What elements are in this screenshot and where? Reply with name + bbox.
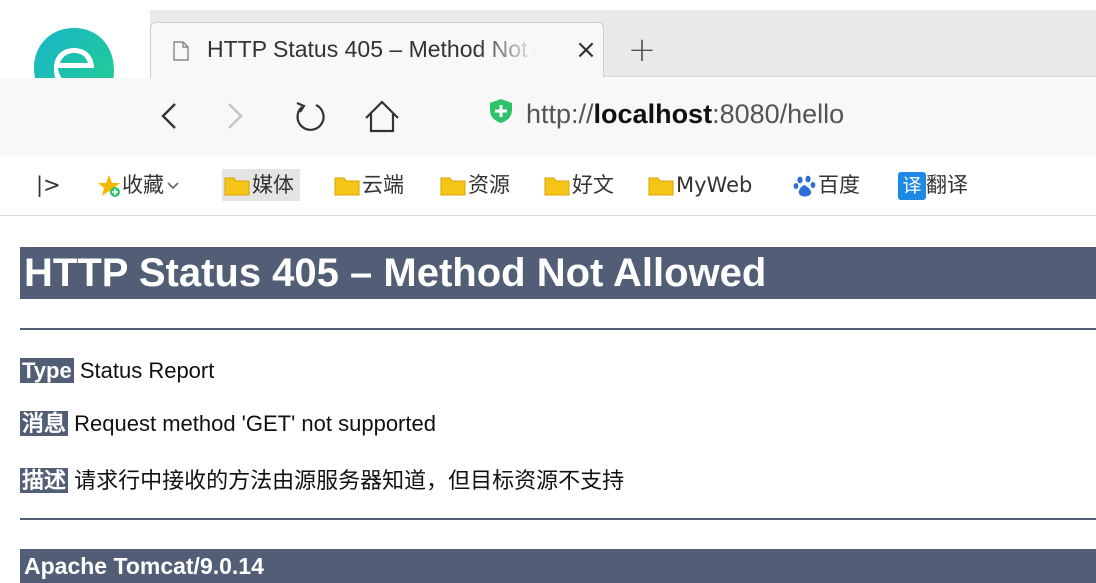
divider xyxy=(20,328,1096,330)
bookmark-label: 百度 xyxy=(818,173,860,197)
bookmarks-bar: |> 收藏 媒体 云端 资源 好文 MyWeb 百度 译 翻译 xyxy=(0,156,1096,216)
divider xyxy=(20,518,1096,520)
star-icon xyxy=(98,175,120,197)
type-label: Type xyxy=(20,358,74,383)
favorites-label: 收藏 xyxy=(122,173,164,197)
back-button[interactable] xyxy=(148,94,192,138)
refresh-icon xyxy=(296,101,325,131)
page-title: HTTP Status 405 – Method Not Allowed xyxy=(20,247,1096,299)
bookmark-label: 云端 xyxy=(362,173,404,197)
refresh-button[interactable] xyxy=(288,94,332,138)
folder-icon xyxy=(224,177,250,196)
description-label: 描述 xyxy=(20,468,69,493)
url-input[interactable]: http://localhost:8080/hello xyxy=(526,94,844,134)
security-shield-icon[interactable] xyxy=(488,98,514,124)
new-tab-icon[interactable]: + xyxy=(622,30,662,70)
bookmark-folder-media[interactable]: 媒体 xyxy=(222,169,300,201)
favorites-menu[interactable]: 收藏 xyxy=(96,169,182,201)
description-row: 描述 请求行中接收的方法由源服务器知道，但目标资源不支持 xyxy=(20,466,624,496)
message-label: 消息 xyxy=(20,411,69,436)
bookmark-label: 资源 xyxy=(468,173,510,197)
bookmark-label: 翻译 xyxy=(926,173,968,197)
bookmark-label: 好文 xyxy=(572,173,614,197)
message-row: 消息 Request method 'GET' not supported xyxy=(20,409,436,439)
folder-icon xyxy=(648,177,674,196)
bookmark-label: MyWeb xyxy=(676,173,753,197)
baidu-paw-icon xyxy=(793,175,816,197)
bookmark-folder-cloud[interactable]: 云端 xyxy=(332,169,404,201)
chevron-right-icon xyxy=(228,103,243,129)
home-button[interactable] xyxy=(360,94,404,138)
home-icon xyxy=(365,100,399,133)
type-value: Status Report xyxy=(79,358,215,383)
description-value: 请求行中接收的方法由源服务器知道，但目标资源不支持 xyxy=(74,468,625,493)
tab-strip: HTTP Status 405 – Method Not Allowed × + xyxy=(0,0,1096,122)
active-tab[interactable]: HTTP Status 405 – Method Not Allowed × xyxy=(150,22,604,78)
tab-title: HTTP Status 405 – Method Not Allowed xyxy=(207,36,537,62)
page-icon xyxy=(173,41,189,61)
translate-badge-icon: 译 xyxy=(898,172,926,200)
folder-icon xyxy=(440,177,466,196)
url-scheme: http:// xyxy=(526,99,594,129)
message-value: Request method 'GET' not supported xyxy=(74,411,436,436)
bookmark-folder-articles[interactable]: 好文 xyxy=(542,169,614,201)
address-bar: http://localhost:8080/hello xyxy=(0,78,1096,157)
folder-icon xyxy=(334,177,360,196)
url-path: :8080/hello xyxy=(712,99,845,129)
url-host: localhost xyxy=(593,99,713,129)
forward-button[interactable] xyxy=(212,94,256,138)
bookmark-baidu[interactable]: 百度 xyxy=(792,169,860,201)
sidebar-toggle-button[interactable]: |> xyxy=(36,169,61,201)
bookmark-translate[interactable]: 译翻译 xyxy=(898,169,968,201)
browser-chrome: HTTP Status 405 – Method Not Allowed × + xyxy=(0,0,1096,216)
bookmark-label: 媒体 xyxy=(252,173,294,197)
folder-icon xyxy=(544,177,570,196)
error-page: HTTP Status 405 – Method Not Allowed Typ… xyxy=(0,216,1096,583)
type-row: Type Status Report xyxy=(20,356,214,386)
bookmark-folder-myweb[interactable]: MyWeb xyxy=(646,169,752,201)
chevron-down-icon xyxy=(167,182,179,190)
chevron-left-icon xyxy=(161,103,176,129)
bookmark-folder-resources[interactable]: 资源 xyxy=(438,169,510,201)
close-tab-icon[interactable]: × xyxy=(571,35,601,65)
